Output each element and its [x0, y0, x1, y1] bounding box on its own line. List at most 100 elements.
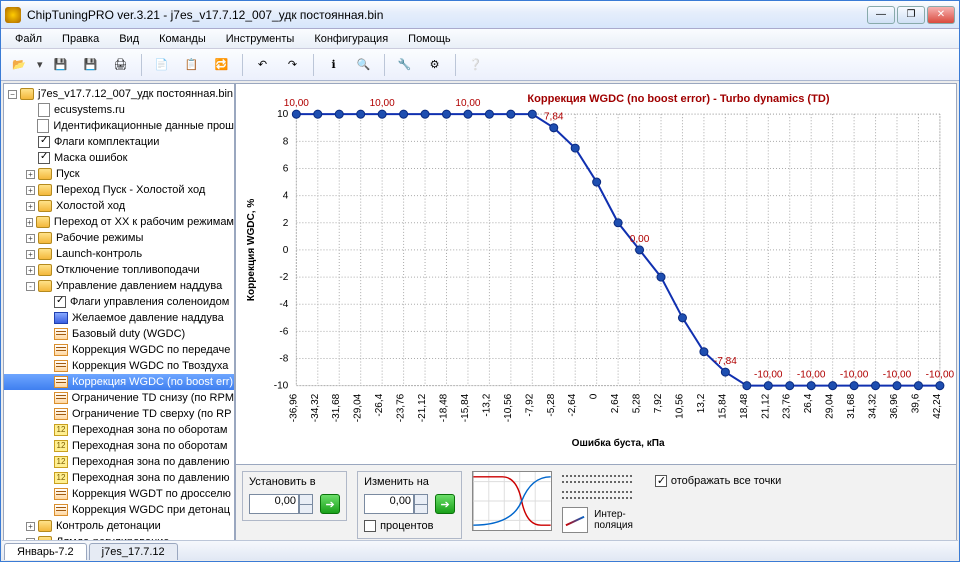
change-apply-button[interactable]: ➔	[435, 494, 455, 514]
status-tab-1[interactable]: j7es_17.7.12	[89, 543, 178, 560]
show-points-checkbox[interactable]: ✓	[655, 475, 667, 487]
svg-text:15,84: 15,84	[717, 393, 728, 419]
svg-text:-6: -6	[279, 326, 288, 337]
tree-item-10[interactable]: +Отключение топливоподачи	[4, 262, 234, 278]
menu-item-1[interactable]: Правка	[54, 31, 107, 47]
tree-item-24[interactable]: Коррекция WGDT по дросселю	[4, 486, 234, 502]
chart-svg: -10-8-6-4-20246810-36,96-34,32-31,68-29,…	[236, 84, 956, 470]
svg-text:26,4: 26,4	[803, 393, 814, 413]
undo-button[interactable]: ↶	[251, 53, 275, 77]
tree-item-18[interactable]: Ограничение TD снизу (по RPM	[4, 390, 234, 406]
tree-item-11[interactable]: -Управление давлением наддува	[4, 278, 234, 294]
tree-item-21[interactable]: 12Переходная зона по оборотам	[4, 438, 234, 454]
tree-item-8[interactable]: +Рабочие режимы	[4, 230, 234, 246]
tree-root[interactable]: −j7es_v17.7.12_007_удк постоянная.bin	[4, 86, 234, 102]
tree-item-22[interactable]: 12Переходная зона по давлению	[4, 454, 234, 470]
map-icon	[54, 360, 68, 372]
menu-item-2[interactable]: Вид	[111, 31, 147, 47]
tree-item-5[interactable]: +Переход Пуск - Холостой ход	[4, 182, 234, 198]
maximize-button[interactable]: ❐	[897, 6, 925, 24]
tree-item-23[interactable]: 12Переходная зона по давлению	[4, 470, 234, 486]
tool1-button[interactable]: 🔧	[393, 53, 417, 77]
tree-item-6[interactable]: +Холостой ход	[4, 198, 234, 214]
redo-button[interactable]: ↷	[281, 53, 305, 77]
svg-text:-10,00: -10,00	[926, 370, 955, 381]
tree-item-12[interactable]: Флаги управления соленоидом	[4, 294, 234, 310]
tree-label: Холостой ход	[56, 200, 125, 212]
set-value-input[interactable]: 0,00	[249, 494, 299, 514]
window-title: ChipTuningPRO ver.3.21 - j7es_v17.7.12_0…	[27, 8, 867, 22]
tree-item-25[interactable]: Коррекция WGDC при детонац	[4, 502, 234, 518]
menu-item-3[interactable]: Команды	[151, 31, 214, 47]
svg-text:-34,32: -34,32	[310, 393, 321, 422]
percent-label: процентов	[380, 520, 433, 532]
search-button[interactable]: 🔍	[352, 53, 376, 77]
tree-item-13[interactable]: Желаемое давление наддува	[4, 310, 234, 326]
menu-item-0[interactable]: Файл	[7, 31, 50, 47]
interpolation-button[interactable]: Интер- поляция	[562, 507, 633, 533]
change-spinner[interactable]	[414, 494, 428, 514]
paste-button[interactable]: 📋	[180, 53, 204, 77]
app-icon	[5, 7, 21, 23]
svg-text:0,00: 0,00	[630, 234, 650, 245]
main-pane: -10-8-6-4-20246810-36,96-34,32-31,68-29,…	[235, 83, 957, 541]
span-indicator	[562, 475, 632, 483]
change-label: Изменить на	[364, 476, 455, 488]
tree-item-14[interactable]: Базовый duty (WGDC)	[4, 326, 234, 342]
tool2-button[interactable]: ⚙	[423, 53, 447, 77]
save-as-button[interactable]: 💾	[79, 53, 103, 77]
tree-label: Коррекция WGDC по передаче	[72, 344, 230, 356]
tree-item-20[interactable]: 12Переходная зона по оборотам	[4, 422, 234, 438]
folder-icon	[38, 520, 52, 532]
svg-text:10: 10	[277, 109, 289, 120]
tree-item-0[interactable]: ecusystems.ru	[4, 102, 234, 118]
interpolation-icon	[562, 507, 588, 533]
tree-item-9[interactable]: +Launch-контроль	[4, 246, 234, 262]
svg-text:-2: -2	[279, 272, 288, 283]
tree-item-26[interactable]: +Контроль детонации	[4, 518, 234, 534]
svg-text:23,76: 23,76	[782, 393, 793, 419]
change-value-input[interactable]: 0,00	[364, 494, 414, 514]
help-button[interactable]: ❔	[464, 53, 488, 77]
tool-panel: Установить в 0,00 ➔ Изменить на 0,00 ➔ п…	[235, 465, 957, 541]
tree-item-7[interactable]: +Переход от ХХ к рабочим режимам	[4, 214, 234, 230]
print-button[interactable]: 🖨	[109, 53, 133, 77]
svg-text:-8: -8	[279, 354, 288, 365]
save-button[interactable]: 💾	[49, 53, 73, 77]
svg-text:Коррекция WGDC, %: Коррекция WGDC, %	[246, 199, 257, 302]
svg-text:10,56: 10,56	[674, 393, 685, 419]
info-button[interactable]: ℹ	[322, 53, 346, 77]
percent-checkbox[interactable]	[364, 520, 376, 532]
tree-item-3[interactable]: Маска ошибок	[4, 150, 234, 166]
open-button[interactable]: 📂	[7, 53, 31, 77]
repeat-button[interactable]: 🔁	[210, 53, 234, 77]
svg-text:-10,00: -10,00	[840, 370, 869, 381]
close-button[interactable]: ✕	[927, 6, 955, 24]
tree-item-16[interactable]: Коррекция WGDC по Твоздуха	[4, 358, 234, 374]
tree-label: Переходная зона по оборотам	[72, 440, 227, 452]
chart-thumbnail[interactable]	[472, 471, 552, 531]
tree-pane[interactable]: −j7es_v17.7.12_007_удк постоянная.binecu…	[3, 83, 235, 541]
tree-item-2[interactable]: Флаги комплектации	[4, 134, 234, 150]
menu-item-6[interactable]: Помощь	[400, 31, 459, 47]
set-spinner[interactable]	[299, 494, 313, 514]
menu-item-4[interactable]: Инструменты	[218, 31, 303, 47]
map-icon	[54, 408, 68, 420]
tree-item-19[interactable]: Ограничение TD сверху (по RP	[4, 406, 234, 422]
tree-item-1[interactable]: Идентификационные данные прош	[4, 118, 234, 134]
svg-text:36,96: 36,96	[889, 393, 900, 419]
svg-text:6: 6	[283, 163, 289, 174]
tree-item-17[interactable]: Коррекция WGDC (no boost err)	[4, 374, 234, 390]
copy-button[interactable]: 📄	[150, 53, 174, 77]
tree-label: Рабочие режимы	[56, 232, 143, 244]
minimize-button[interactable]: —	[867, 6, 895, 24]
tree-item-15[interactable]: Коррекция WGDC по передаче	[4, 342, 234, 358]
menu-item-5[interactable]: Конфигурация	[306, 31, 396, 47]
tree-item-4[interactable]: +Пуск	[4, 166, 234, 182]
svg-text:21,12: 21,12	[760, 393, 771, 419]
status-tab-0[interactable]: Январь-7.2	[4, 543, 87, 560]
set-apply-button[interactable]: ➔	[320, 494, 340, 514]
show-points-option[interactable]: ✓отображать все точки	[655, 471, 781, 487]
chart-area[interactable]: -10-8-6-4-20246810-36,96-34,32-31,68-29,…	[235, 83, 957, 465]
tree-label: Контроль детонации	[56, 520, 161, 532]
